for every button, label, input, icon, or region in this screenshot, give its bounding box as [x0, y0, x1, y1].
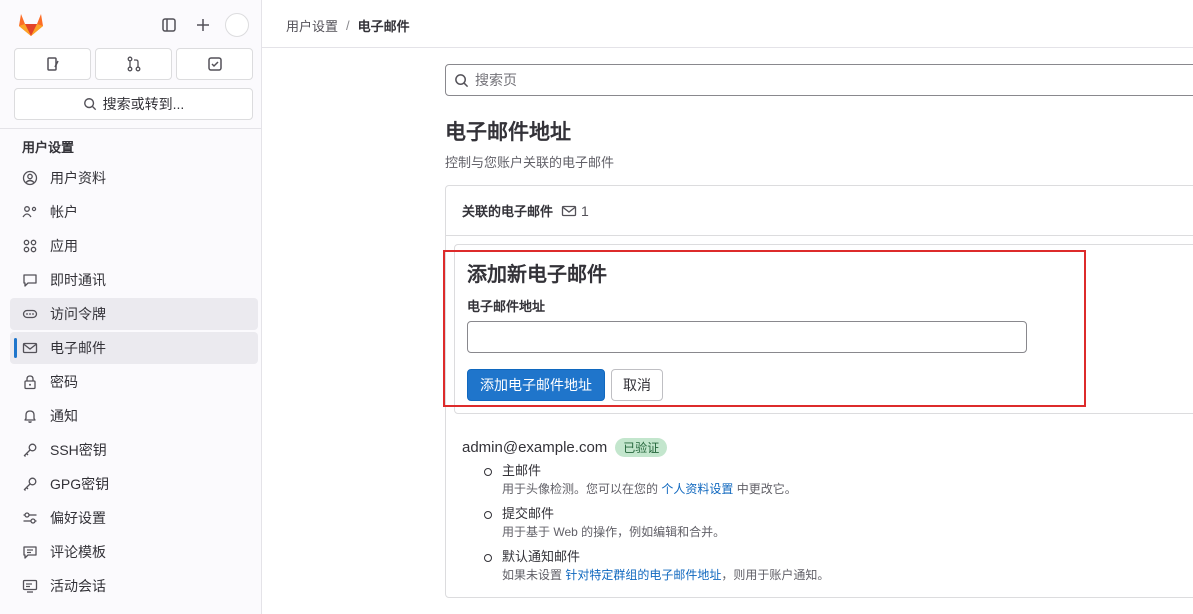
quick-actions	[14, 48, 253, 80]
monitor-icon	[22, 578, 38, 594]
search-or-goto-button[interactable]: 搜索或转到...	[14, 88, 253, 120]
preferences-icon	[22, 510, 38, 526]
comment-icon	[22, 544, 38, 560]
breadcrumb-separator: /	[346, 18, 350, 33]
email-entry: admin@example.com 已验证	[462, 438, 668, 457]
group-email-link[interactable]: 针对特定群组的电子邮件地址	[565, 568, 721, 582]
list-item-desc: 用于基于 Web 的操作，例如编辑和合并。	[502, 525, 726, 539]
sidebar-item-label: 访问令牌	[50, 306, 106, 322]
sidebar-item-label: 即时通讯	[50, 272, 106, 288]
sidebar-item-password[interactable]: 密码	[10, 366, 258, 398]
sidebar-item-label: 偏好设置	[50, 510, 106, 526]
sidebar-item-comment-templates[interactable]: 评论模板	[10, 536, 258, 568]
sidebar-item-account[interactable]: 帐户	[10, 196, 258, 228]
sidebar-item-preferences[interactable]: 偏好设置	[10, 502, 258, 534]
sidebar-item-label: GPG密钥	[50, 476, 110, 492]
sidebar-divider	[0, 128, 262, 129]
sidebar: 搜索或转到... 用户设置 用户资料 帐户 应用 即时通讯 访问令牌 电子邮件	[0, 0, 262, 614]
merge-requests-button[interactable]	[95, 48, 172, 80]
email-field[interactable]	[467, 321, 1027, 353]
sidebar-item-applications[interactable]: 应用	[10, 230, 258, 262]
breadcrumb-user-settings[interactable]: 用户设置	[286, 16, 338, 35]
breadcrumb: 用户设置 / 电子邮件	[286, 16, 410, 35]
list-item-desc: 如果未设置 针对特定群组的电子邮件地址，则用于账户通知。	[502, 568, 830, 582]
mail-icon	[561, 205, 577, 216]
lock-icon	[22, 374, 38, 390]
list-item: 默认通知邮件 如果未设置 针对特定群组的电子邮件地址，则用于账户通知。	[484, 548, 1184, 584]
search-icon	[455, 73, 469, 87]
sidebar-nav: 用户资料 帐户 应用 即时通讯 访问令牌 电子邮件 密码 通知 SSH密钥 GP…	[10, 162, 258, 604]
account-icon	[22, 204, 38, 220]
sidebar-item-gpg-keys[interactable]: GPG密钥	[10, 468, 258, 500]
list-item-title: 提交邮件	[502, 506, 555, 521]
sidebar-item-label: 应用	[50, 238, 78, 254]
applications-icon	[22, 238, 38, 254]
list-item-title: 默认通知邮件	[502, 549, 581, 564]
email-count: 1	[561, 203, 589, 219]
sidebar-top	[0, 0, 262, 50]
sidebar-item-label: 密码	[50, 374, 78, 390]
add-email-button[interactable]: 添加电子邮件地址	[467, 369, 605, 401]
sidebar-item-notifications[interactable]: 通知	[10, 400, 258, 432]
sidebar-item-active-sessions[interactable]: 活动会话	[10, 570, 258, 602]
card-header: 关联的电子邮件 1	[446, 186, 1193, 236]
key-icon	[22, 442, 38, 458]
search-icon	[83, 98, 96, 111]
sidebar-toggle-icon[interactable]	[157, 13, 181, 37]
sidebar-item-label: 通知	[50, 408, 78, 424]
todo-button[interactable]	[176, 48, 253, 80]
profile-settings-link[interactable]: 个人资料设置	[661, 482, 733, 496]
gitlab-logo-icon[interactable]	[17, 11, 45, 37]
page-search-input[interactable]: 搜索页	[445, 64, 1193, 96]
sidebar-section-title: 用户设置	[22, 140, 75, 155]
plus-icon[interactable]	[191, 13, 215, 37]
sidebar-item-profile[interactable]: 用户资料	[10, 162, 258, 194]
key-icon	[22, 476, 38, 492]
email-address: admin@example.com	[462, 439, 608, 456]
form-title: 添加新电子邮件	[467, 264, 607, 286]
token-icon	[22, 306, 38, 322]
todo-icon	[207, 57, 222, 71]
top-header: 用户设置 / 电子邮件	[262, 0, 1193, 48]
list-item-title: 主邮件	[502, 463, 542, 478]
sidebar-item-label: 活动会话	[50, 578, 106, 594]
card-header-title: 关联的电子邮件	[462, 204, 554, 219]
list-item-desc: 用于头像检测。您可以在您的 个人资料设置 中更改它。	[502, 482, 797, 496]
issues-button[interactable]	[14, 48, 91, 80]
verified-badge: 已验证	[615, 438, 668, 457]
sidebar-item-label: SSH密钥	[50, 442, 107, 458]
chat-icon	[22, 272, 38, 288]
email-usage-list: 主邮件 用于头像检测。您可以在您的 个人资料设置 中更改它。 提交邮件 用于基于…	[484, 462, 1184, 591]
list-item: 提交邮件 用于基于 Web 的操作，例如编辑和合并。	[484, 505, 1184, 541]
issues-icon	[46, 57, 59, 71]
sidebar-item-chat[interactable]: 即时通讯	[10, 264, 258, 296]
avatar[interactable]	[225, 13, 249, 37]
list-item: 主邮件 用于头像检测。您可以在您的 个人资料设置 中更改它。	[484, 462, 1184, 498]
sidebar-item-access-tokens[interactable]: 访问令牌	[10, 298, 258, 330]
profile-icon	[22, 170, 38, 186]
sidebar-item-label: 电子邮件	[50, 340, 106, 356]
page-title: 电子邮件地址	[445, 121, 571, 144]
cancel-button[interactable]: 取消	[611, 369, 663, 401]
breadcrumb-current[interactable]: 电子邮件	[358, 16, 410, 35]
page-subtitle: 控制与您账户关联的电子邮件	[445, 155, 615, 170]
sidebar-item-label: 用户资料	[50, 170, 106, 186]
sidebar-item-label: 评论模板	[50, 544, 106, 560]
sidebar-item-emails[interactable]: 电子邮件	[10, 332, 258, 364]
sidebar-item-label: 帐户	[50, 204, 78, 220]
mail-icon	[22, 340, 38, 356]
email-count-value: 1	[581, 202, 589, 219]
email-field-label: 电子邮件地址	[467, 299, 546, 314]
merge-request-icon	[127, 56, 140, 72]
page-search-placeholder: 搜索页	[475, 72, 517, 88]
sidebar-item-ssh-keys[interactable]: SSH密钥	[10, 434, 258, 466]
bell-icon	[22, 408, 38, 424]
search-button-label: 搜索或转到...	[102, 96, 185, 112]
